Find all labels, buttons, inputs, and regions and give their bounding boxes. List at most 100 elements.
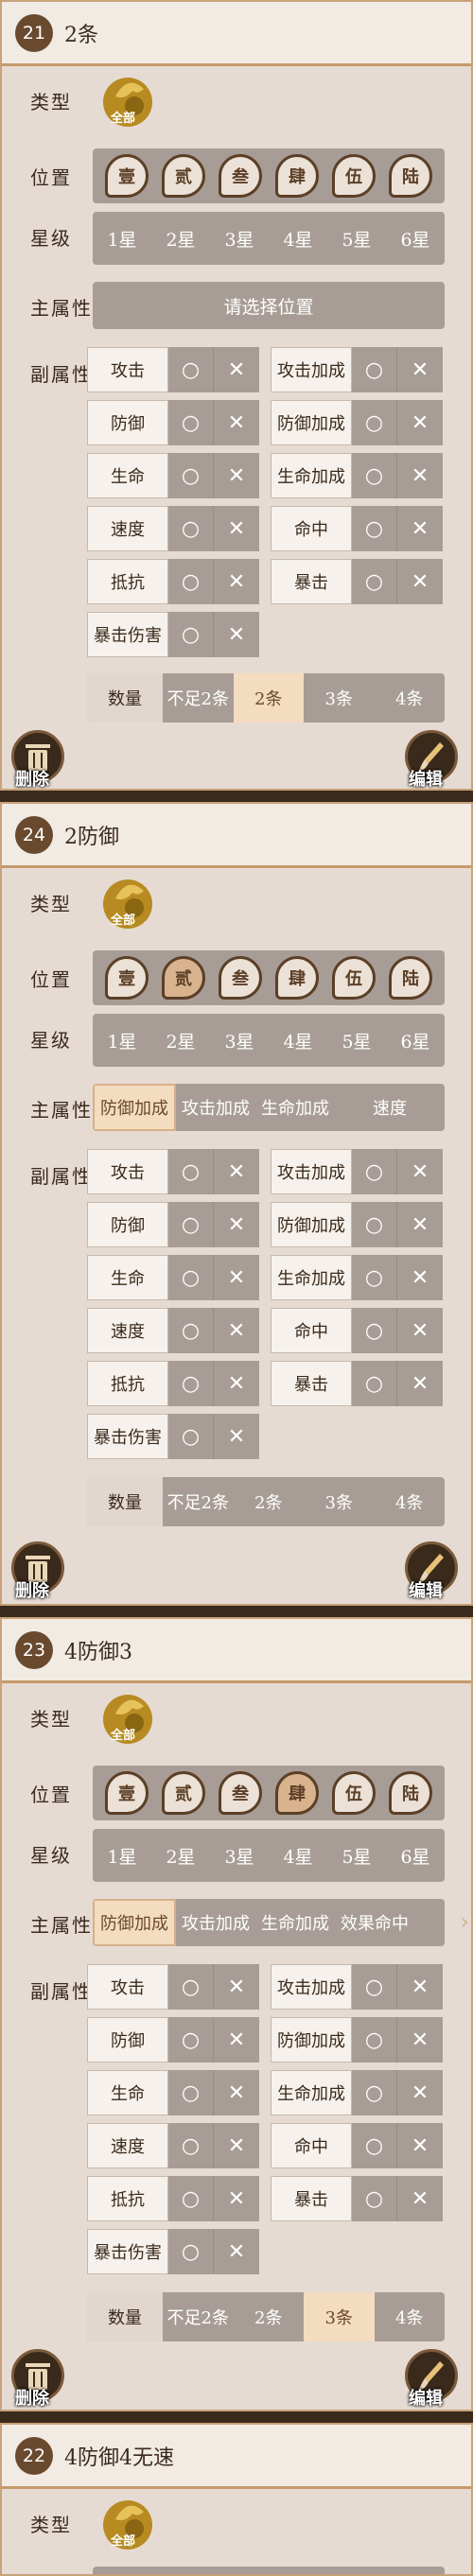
main-attr-option[interactable]: 效果命中: [335, 1899, 414, 1946]
main-attr-selector[interactable]: 请选择位置: [93, 282, 445, 329]
position-3-button[interactable]: 叁: [219, 154, 262, 198]
exclude-icon[interactable]: ✕: [214, 453, 259, 498]
exclude-icon[interactable]: ✕: [397, 1149, 443, 1194]
position-2-button[interactable]: 贰: [162, 956, 205, 1000]
type-all-icon[interactable]: 全部: [96, 2491, 159, 2553]
position-4-button[interactable]: 肆: [275, 956, 319, 1000]
exclude-icon[interactable]: ✕: [397, 1964, 443, 2010]
star-5-option[interactable]: 5星: [327, 1014, 386, 1067]
type-all-icon[interactable]: 全部: [96, 870, 159, 932]
count-option-2[interactable]: 2条: [233, 673, 304, 722]
main-attr-option[interactable]: 防御加成: [93, 1084, 176, 1131]
position-5-button[interactable]: 伍: [332, 956, 376, 1000]
exclude-icon[interactable]: ✕: [214, 2229, 259, 2274]
include-icon[interactable]: ○: [352, 1361, 397, 1406]
star-4-option[interactable]: 4星: [269, 212, 327, 265]
include-icon[interactable]: ○: [168, 612, 214, 657]
include-icon[interactable]: ○: [352, 2176, 397, 2221]
include-icon[interactable]: ○: [168, 506, 214, 551]
position-5-button[interactable]: 伍: [332, 154, 376, 198]
include-icon[interactable]: ○: [352, 2123, 397, 2168]
include-icon[interactable]: ○: [352, 2070, 397, 2115]
position-3-button[interactable]: 叁: [219, 1771, 262, 1815]
include-icon[interactable]: ○: [352, 1202, 397, 1247]
include-icon[interactable]: ○: [352, 2017, 397, 2063]
position-2-button[interactable]: 贰: [162, 154, 205, 198]
exclude-icon[interactable]: ✕: [214, 559, 259, 604]
position-6-button[interactable]: 陆: [389, 1771, 432, 1815]
position-1-button[interactable]: 壹: [105, 1771, 149, 1815]
exclude-icon[interactable]: ✕: [214, 1414, 259, 1459]
star-4-option[interactable]: 4星: [269, 1014, 327, 1067]
position-5-button[interactable]: 伍: [332, 1771, 376, 1815]
main-attr-option[interactable]: 攻击加成: [176, 1899, 255, 1946]
star-3-option[interactable]: 3星: [210, 212, 269, 265]
include-icon[interactable]: ○: [168, 1149, 214, 1194]
star-6-option[interactable]: 6星: [386, 1829, 445, 1882]
position-3-button[interactable]: 叁: [219, 956, 262, 1000]
include-icon[interactable]: ○: [352, 559, 397, 604]
main-attr-option[interactable]: 生命加成: [255, 1084, 335, 1131]
card-header[interactable]: 24 2防御: [2, 804, 471, 868]
count-option-2[interactable]: 2条: [234, 1477, 305, 1526]
exclude-icon[interactable]: ✕: [397, 1255, 443, 1300]
count-option-4[interactable]: 4条: [375, 1477, 446, 1526]
include-icon[interactable]: ○: [168, 1414, 214, 1459]
exclude-icon[interactable]: ✕: [214, 347, 259, 392]
exclude-icon[interactable]: ✕: [397, 2070, 443, 2115]
star-6-option[interactable]: 6星: [386, 1014, 445, 1067]
card-header[interactable]: 22 4防御4无速: [2, 2425, 471, 2489]
star-2-option[interactable]: 2星: [151, 1829, 210, 1882]
include-icon[interactable]: ○: [168, 1361, 214, 1406]
star-1-option[interactable]: 1星: [93, 1829, 151, 1882]
exclude-icon[interactable]: ✕: [397, 2123, 443, 2168]
include-icon[interactable]: ○: [352, 1964, 397, 2010]
include-icon[interactable]: ○: [168, 2229, 214, 2274]
star-5-option[interactable]: 5星: [327, 1829, 386, 1882]
exclude-icon[interactable]: ✕: [214, 2123, 259, 2168]
position-6-button[interactable]: 陆: [389, 956, 432, 1000]
exclude-icon[interactable]: ✕: [214, 1202, 259, 1247]
count-option-3[interactable]: 3条: [304, 1477, 375, 1526]
main-attr-option[interactable]: 速度: [335, 1084, 445, 1131]
type-all-icon[interactable]: 全部: [96, 68, 159, 131]
exclude-icon[interactable]: ✕: [214, 2070, 259, 2115]
include-icon[interactable]: ○: [168, 2123, 214, 2168]
include-icon[interactable]: ○: [168, 347, 214, 392]
include-icon[interactable]: ○: [168, 2017, 214, 2063]
include-icon[interactable]: ○: [352, 347, 397, 392]
position-4-button[interactable]: 肆: [275, 1771, 319, 1815]
exclude-icon[interactable]: ✕: [214, 1308, 259, 1353]
star-6-option[interactable]: 6星: [386, 212, 445, 265]
exclude-icon[interactable]: ✕: [214, 400, 259, 445]
include-icon[interactable]: ○: [168, 2070, 214, 2115]
exclude-icon[interactable]: ✕: [397, 2176, 443, 2221]
count-option-under2[interactable]: 不足2条: [163, 1477, 234, 1526]
include-icon[interactable]: ○: [352, 1308, 397, 1353]
include-icon[interactable]: ○: [168, 400, 214, 445]
exclude-icon[interactable]: ✕: [397, 1202, 443, 1247]
include-icon[interactable]: ○: [352, 400, 397, 445]
position-1-button[interactable]: 壹: [105, 956, 149, 1000]
include-icon[interactable]: ○: [168, 559, 214, 604]
include-icon[interactable]: ○: [168, 1308, 214, 1353]
main-attr-option[interactable]: 攻击加成: [176, 1084, 255, 1131]
include-icon[interactable]: ○: [168, 2176, 214, 2221]
exclude-icon[interactable]: ✕: [214, 2017, 259, 2063]
star-4-option[interactable]: 4星: [269, 1829, 327, 1882]
position-4-button[interactable]: 肆: [275, 154, 319, 198]
star-1-option[interactable]: 1星: [93, 1014, 151, 1067]
include-icon[interactable]: ○: [168, 1255, 214, 1300]
exclude-icon[interactable]: ✕: [214, 1361, 259, 1406]
star-3-option[interactable]: 3星: [210, 1014, 269, 1067]
exclude-icon[interactable]: ✕: [214, 1149, 259, 1194]
include-icon[interactable]: ○: [352, 453, 397, 498]
exclude-icon[interactable]: ✕: [214, 2176, 259, 2221]
exclude-icon[interactable]: ✕: [397, 2017, 443, 2063]
exclude-icon[interactable]: ✕: [397, 400, 443, 445]
include-icon[interactable]: ○: [352, 1149, 397, 1194]
include-icon[interactable]: ○: [168, 453, 214, 498]
star-3-option[interactable]: 3星: [210, 1829, 269, 1882]
exclude-icon[interactable]: ✕: [397, 347, 443, 392]
include-icon[interactable]: ○: [352, 1255, 397, 1300]
